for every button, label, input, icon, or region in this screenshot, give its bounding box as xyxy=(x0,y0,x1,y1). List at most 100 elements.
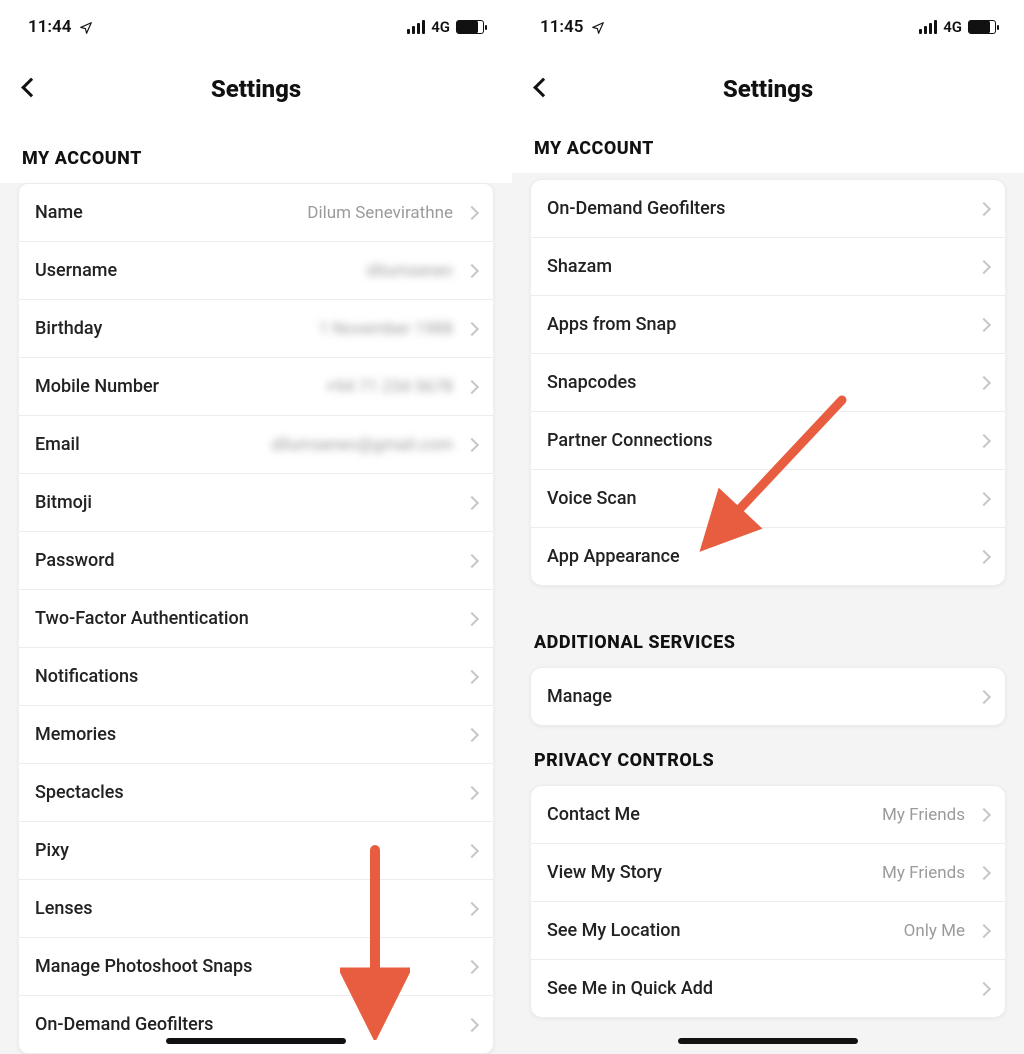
chevron-right-icon xyxy=(465,959,479,973)
settings-row-mobile-number[interactable]: Mobile Number +94 71 234 5678 xyxy=(19,357,493,415)
network-label: 4G xyxy=(431,18,450,36)
page-title: Settings xyxy=(211,75,301,103)
section-header-my-account: MY ACCOUNT xyxy=(512,124,1024,173)
home-indicator[interactable] xyxy=(678,1038,858,1044)
row-label: Notifications xyxy=(35,666,138,687)
chevron-right-icon xyxy=(977,549,991,563)
chevron-right-icon xyxy=(977,689,991,703)
row-label: Two-Factor Authentication xyxy=(35,608,249,629)
row-label: Bitmoji xyxy=(35,492,92,513)
battery-icon xyxy=(968,20,996,34)
chevron-right-icon xyxy=(977,317,991,331)
settings-row-email[interactable]: Email dilumsenev@gmail.com xyxy=(19,415,493,473)
row-right xyxy=(467,614,477,624)
row-right xyxy=(979,204,989,214)
settings-row-bitmoji[interactable]: Bitmoji xyxy=(19,473,493,531)
row-right xyxy=(467,672,477,682)
chevron-right-icon xyxy=(977,201,991,215)
chevron-right-icon xyxy=(977,375,991,389)
row-right xyxy=(979,320,989,330)
settings-row-manage-photoshoot-snaps[interactable]: Manage Photoshoot Snaps xyxy=(19,937,493,995)
row-label: Birthday xyxy=(35,318,102,339)
settings-screen-right: 11:45 4G Settings MY ACCOUNT On-Demand G… xyxy=(512,0,1024,1054)
row-value: dilumsenev@gmail.com xyxy=(271,435,453,455)
location-icon xyxy=(79,20,93,34)
status-time: 11:45 xyxy=(540,17,583,37)
row-right xyxy=(979,984,989,994)
row-label: App Appearance xyxy=(547,546,680,567)
settings-row-memories[interactable]: Memories xyxy=(19,705,493,763)
section-header-additional-services: ADDITIONAL SERVICES xyxy=(512,632,1024,667)
row-label: Apps from Snap xyxy=(547,314,676,335)
back-button[interactable] xyxy=(18,74,44,105)
row-right xyxy=(467,788,477,798)
privacy-controls-list: Contact MeMy Friends View My Story My Frie… xyxy=(530,785,1006,1018)
settings-row-view-my-story[interactable]: View My Story My Friends xyxy=(531,843,1005,901)
row-value: My Friends xyxy=(882,863,965,883)
settings-row-shazam[interactable]: Shazam xyxy=(531,237,1005,295)
settings-row-on-demand-geofilters[interactable]: On-Demand Geofilters xyxy=(531,180,1005,237)
row-right: Dilum Senevirathne xyxy=(307,203,477,223)
settings-row-notifications[interactable]: Notifications xyxy=(19,647,493,705)
row-right: My Friends xyxy=(882,863,989,883)
status-bar-left: 11:45 xyxy=(540,17,605,37)
settings-row-two-factor-authentication[interactable]: Two-Factor Authentication xyxy=(19,589,493,647)
row-right xyxy=(467,1020,477,1030)
row-label: Manage xyxy=(547,686,612,707)
chevron-right-icon xyxy=(977,807,991,821)
status-time: 11:44 xyxy=(28,17,71,37)
settings-row-voice-scan[interactable]: Voice Scan xyxy=(531,469,1005,527)
settings-row-name[interactable]: Name Dilum Senevirathne xyxy=(19,184,493,241)
signal-bars-icon xyxy=(407,20,425,34)
row-label: Name xyxy=(35,202,83,223)
settings-row-app-appearance[interactable]: App Appearance xyxy=(531,527,1005,585)
chevron-right-icon xyxy=(465,1017,479,1031)
row-label: Snapcodes xyxy=(547,372,636,393)
settings-row-lenses[interactable]: Lenses xyxy=(19,879,493,937)
row-right xyxy=(979,378,989,388)
status-bar: 11:44 4G xyxy=(0,0,512,54)
settings-row-manage[interactable]: Manage xyxy=(531,668,1005,725)
settings-row-birthday[interactable]: Birthday1 November 1988 xyxy=(19,299,493,357)
row-right xyxy=(467,904,477,914)
section-header-privacy-controls: PRIVACY CONTROLS xyxy=(512,726,1024,785)
row-value: +94 71 234 5678 xyxy=(326,377,453,397)
row-label: See Me in Quick Add xyxy=(547,978,713,999)
row-label: View My Story xyxy=(547,862,662,883)
chevron-right-icon xyxy=(465,263,479,277)
settings-row-contact-me[interactable]: Contact MeMy Friends xyxy=(531,786,1005,843)
row-right xyxy=(979,494,989,504)
chevron-right-icon xyxy=(465,437,479,451)
row-label: Email xyxy=(35,434,80,455)
chevron-right-icon xyxy=(465,611,479,625)
settings-row-apps-from-snap[interactable]: Apps from Snap xyxy=(531,295,1005,353)
settings-row-password[interactable]: Password xyxy=(19,531,493,589)
home-indicator[interactable] xyxy=(166,1038,346,1044)
row-label: See My Location xyxy=(547,920,681,941)
chevron-right-icon xyxy=(977,433,991,447)
chevron-right-icon xyxy=(977,981,991,995)
settings-row-spectacles[interactable]: Spectacles xyxy=(19,763,493,821)
row-value: dilumsenev xyxy=(367,261,453,281)
settings-row-pixy[interactable]: Pixy xyxy=(19,821,493,879)
settings-screen-left: 11:44 4G Settings MY ACCOUNT NameDilum S… xyxy=(0,0,512,1054)
settings-row-see-me-in-quick-add[interactable]: See Me in Quick Add xyxy=(531,959,1005,1017)
back-button[interactable] xyxy=(530,74,556,105)
chevron-right-icon xyxy=(465,495,479,509)
settings-row-see-my-location[interactable]: See My Location Only Me xyxy=(531,901,1005,959)
settings-row-partner-connections[interactable]: Partner Connections xyxy=(531,411,1005,469)
settings-row-snapcodes[interactable]: Snapcodes xyxy=(531,353,1005,411)
row-right xyxy=(979,692,989,702)
chevron-right-icon xyxy=(977,259,991,273)
settings-row-username[interactable]: Usernamedilumsenev xyxy=(19,241,493,299)
row-label: On-Demand Geofilters xyxy=(547,198,725,219)
chevron-left-icon xyxy=(21,78,41,98)
row-right xyxy=(467,730,477,740)
nav-header: Settings xyxy=(0,54,512,124)
row-label: Spectacles xyxy=(35,782,124,803)
row-label: Mobile Number xyxy=(35,376,159,397)
row-right xyxy=(467,962,477,972)
settings-row-on-demand-geofilters[interactable]: On-Demand Geofilters xyxy=(19,995,493,1053)
row-value: Only Me xyxy=(904,921,965,941)
row-label: Voice Scan xyxy=(547,488,637,509)
